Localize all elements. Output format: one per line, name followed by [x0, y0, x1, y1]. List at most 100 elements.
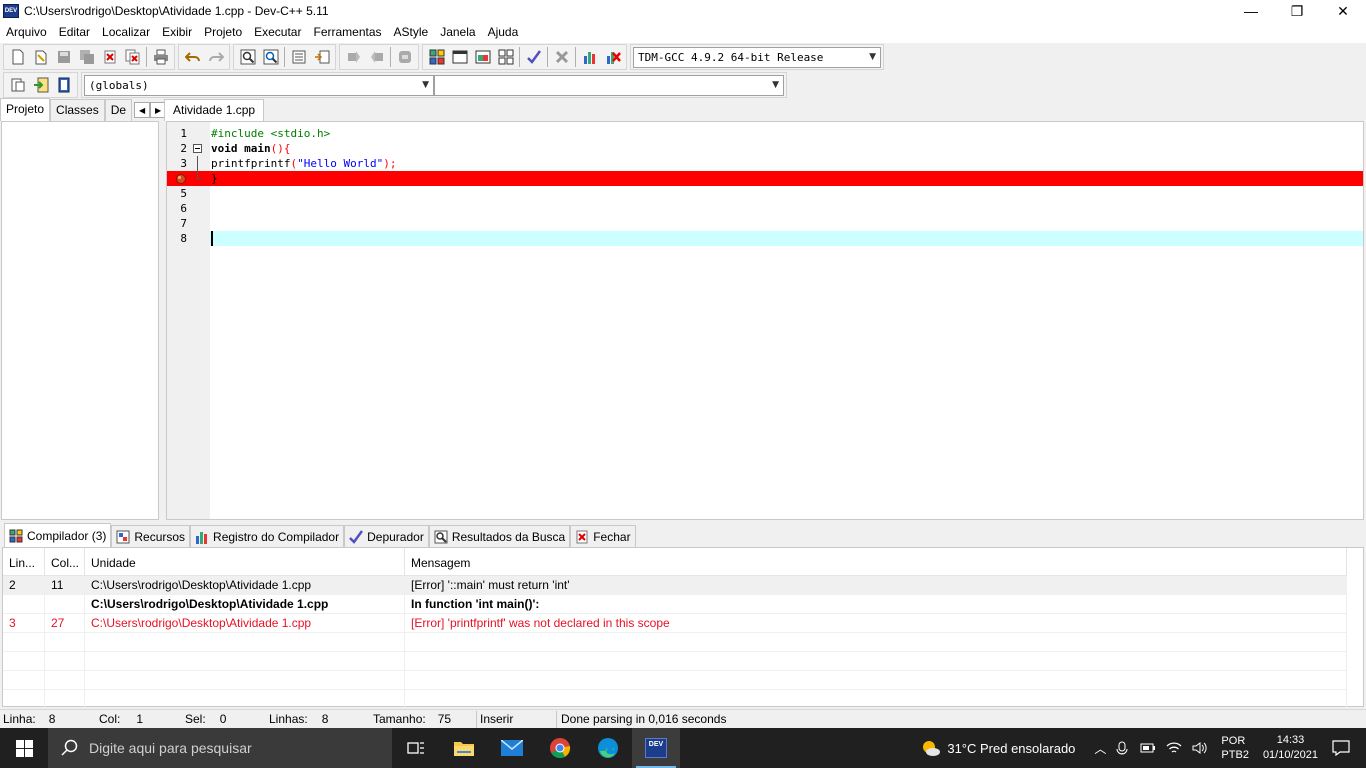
menu-executar[interactable]: Executar [248, 22, 307, 43]
menu-astyle[interactable]: AStyle [388, 22, 435, 43]
cell-unit: C:\Users\rodrigo\Desktop\Atividade 1.cpp [85, 576, 405, 595]
column-header-line[interactable]: Lin... [3, 548, 45, 576]
code-line[interactable]: 7 [167, 216, 1363, 231]
menu-arquivo[interactable]: Arquivo [0, 22, 53, 43]
tab-compilador[interactable]: Compilador (3) [4, 523, 112, 547]
compile-button[interactable] [425, 46, 448, 68]
redo-button[interactable] [204, 46, 227, 68]
taskbar-chrome[interactable] [536, 728, 584, 768]
project-options-button[interactable] [393, 46, 416, 68]
menu-ferramentas[interactable]: Ferramentas [307, 22, 387, 43]
undo-button[interactable] [181, 46, 204, 68]
close-file-button[interactable] [98, 46, 121, 68]
goto-declaration-button[interactable] [29, 74, 52, 96]
wifi-icon[interactable] [1166, 741, 1182, 755]
sun-cloud-icon [923, 741, 941, 756]
print-button[interactable] [149, 46, 172, 68]
battery-icon[interactable] [1140, 742, 1156, 754]
code-line[interactable]: 6 [167, 201, 1363, 216]
insert-button[interactable] [6, 74, 29, 96]
menu-localizar[interactable]: Localizar [96, 22, 156, 43]
new-file-button[interactable] [6, 46, 29, 68]
code-line-error[interactable]: } [167, 171, 1363, 186]
toggle-class-browser-button[interactable] [52, 74, 75, 96]
cell-col: 27 [45, 614, 85, 633]
taskbar-file-explorer[interactable] [440, 728, 488, 768]
code-editor[interactable]: 1 #include <stdio.h> 2 void main(){ 3 pr… [166, 121, 1364, 520]
open-file-button[interactable] [29, 46, 52, 68]
run-button[interactable] [448, 46, 471, 68]
find-icon [240, 49, 255, 65]
menu-editar[interactable]: Editar [53, 22, 96, 43]
minimize-button[interactable]: — [1228, 0, 1274, 22]
compiler-select[interactable]: TDM-GCC 4.9.2 64-bit Release ▼ [633, 46, 881, 68]
devcpp-app-icon[interactable]: DEV [3, 4, 19, 18]
tab-scroll-left-icon[interactable]: ◀ [134, 102, 151, 118]
goto-line-button[interactable] [310, 46, 333, 68]
column-header-message[interactable]: Mensagem [405, 548, 1347, 576]
tab-classes[interactable]: Classes [50, 99, 105, 121]
close-button[interactable]: ✕ [1320, 0, 1366, 22]
compiler-messages-table[interactable]: Lin... Col... Unidade Mensagem 2 11 C:\U… [2, 547, 1364, 709]
scope-select[interactable]: (globals) ▼ [84, 74, 434, 96]
task-view-button[interactable] [392, 728, 440, 768]
tab-debug[interactable]: De [104, 99, 133, 121]
project-tree-panel[interactable] [1, 121, 159, 520]
notification-icon[interactable] [1332, 740, 1350, 756]
delete-profile-button[interactable] [601, 46, 624, 68]
find-button[interactable] [236, 46, 259, 68]
start-button[interactable] [0, 728, 48, 768]
syntax-check-button[interactable] [522, 46, 545, 68]
menu-janela[interactable]: Janela [434, 22, 481, 43]
tab-recursos[interactable]: Recursos [111, 525, 191, 547]
tab-depurador[interactable]: Depurador [344, 525, 429, 547]
cell-col [45, 595, 85, 614]
tab-fechar[interactable]: Fechar [570, 525, 636, 547]
taskbar-search-box[interactable]: Digite aqui para pesquisar [48, 728, 392, 768]
weather-widget[interactable]: 31°C Pred ensolarado [921, 739, 1075, 757]
code-line[interactable]: 3 printfprintf("Hello World"); [167, 156, 1363, 171]
replace-button[interactable] [259, 46, 282, 68]
taskbar-clock[interactable]: 14:33 01/10/2021 [1263, 733, 1318, 763]
stop-execution-button[interactable] [550, 46, 573, 68]
menu-projeto[interactable]: Projeto [198, 22, 248, 43]
taskbar-devcpp[interactable]: DEV [632, 728, 680, 768]
save-button[interactable] [52, 46, 75, 68]
input-language[interactable]: POR PTB2 [1221, 734, 1249, 762]
add-to-project-button[interactable] [342, 46, 365, 68]
code-line[interactable]: 2 void main(){ [167, 141, 1363, 156]
tab-resultados-da-busca[interactable]: Resultados da Busca [428, 525, 571, 547]
code-line[interactable]: 5 [167, 186, 1363, 201]
menu-ajuda[interactable]: Ajuda [482, 22, 525, 43]
tab-projeto[interactable]: Projeto [0, 98, 51, 121]
table-row[interactable]: 2 11 C:\Users\rodrigo\Desktop\Atividade … [3, 576, 1347, 595]
maximize-button[interactable]: ❐ [1274, 0, 1320, 22]
remove-from-project-button[interactable] [365, 46, 388, 68]
taskbar-edge[interactable] [584, 728, 632, 768]
fold-minus-icon[interactable] [193, 144, 202, 153]
code-line-current[interactable]: 8 [167, 231, 1363, 246]
volume-icon[interactable] [1192, 741, 1208, 755]
indent-button[interactable] [287, 46, 310, 68]
profile-button[interactable] [578, 46, 601, 68]
menu-exibir[interactable]: Exibir [156, 22, 198, 43]
checkmark-icon [349, 529, 364, 544]
code-line[interactable]: 1 #include <stdio.h> [167, 126, 1363, 141]
tab-atividade-1-cpp[interactable]: Atividade 1.cpp [164, 99, 265, 121]
save-all-button[interactable] [75, 46, 98, 68]
close-all-button[interactable] [121, 46, 144, 68]
column-header-col[interactable]: Col... [45, 548, 85, 576]
member-select[interactable]: ▼ [434, 74, 784, 96]
add-to-project-icon [347, 51, 360, 63]
table-row[interactable]: C:\Users\rodrigo\Desktop\Atividade 1.cpp… [3, 595, 1347, 614]
compile-run-button[interactable] [471, 46, 494, 68]
column-header-unit[interactable]: Unidade [85, 548, 405, 576]
tab-registro-do-compilador[interactable]: Registro do Compilador [190, 525, 345, 547]
meet-now-icon[interactable] [1116, 741, 1130, 755]
table-row[interactable]: 3 27 C:\Users\rodrigo\Desktop\Atividade … [3, 614, 1347, 633]
code-keyword: void main [211, 142, 271, 155]
compile-icon [429, 49, 444, 65]
chevron-up-icon[interactable]: ︿ [1094, 740, 1106, 757]
rebuild-all-button[interactable] [494, 46, 517, 68]
taskbar-mail[interactable] [488, 728, 536, 768]
